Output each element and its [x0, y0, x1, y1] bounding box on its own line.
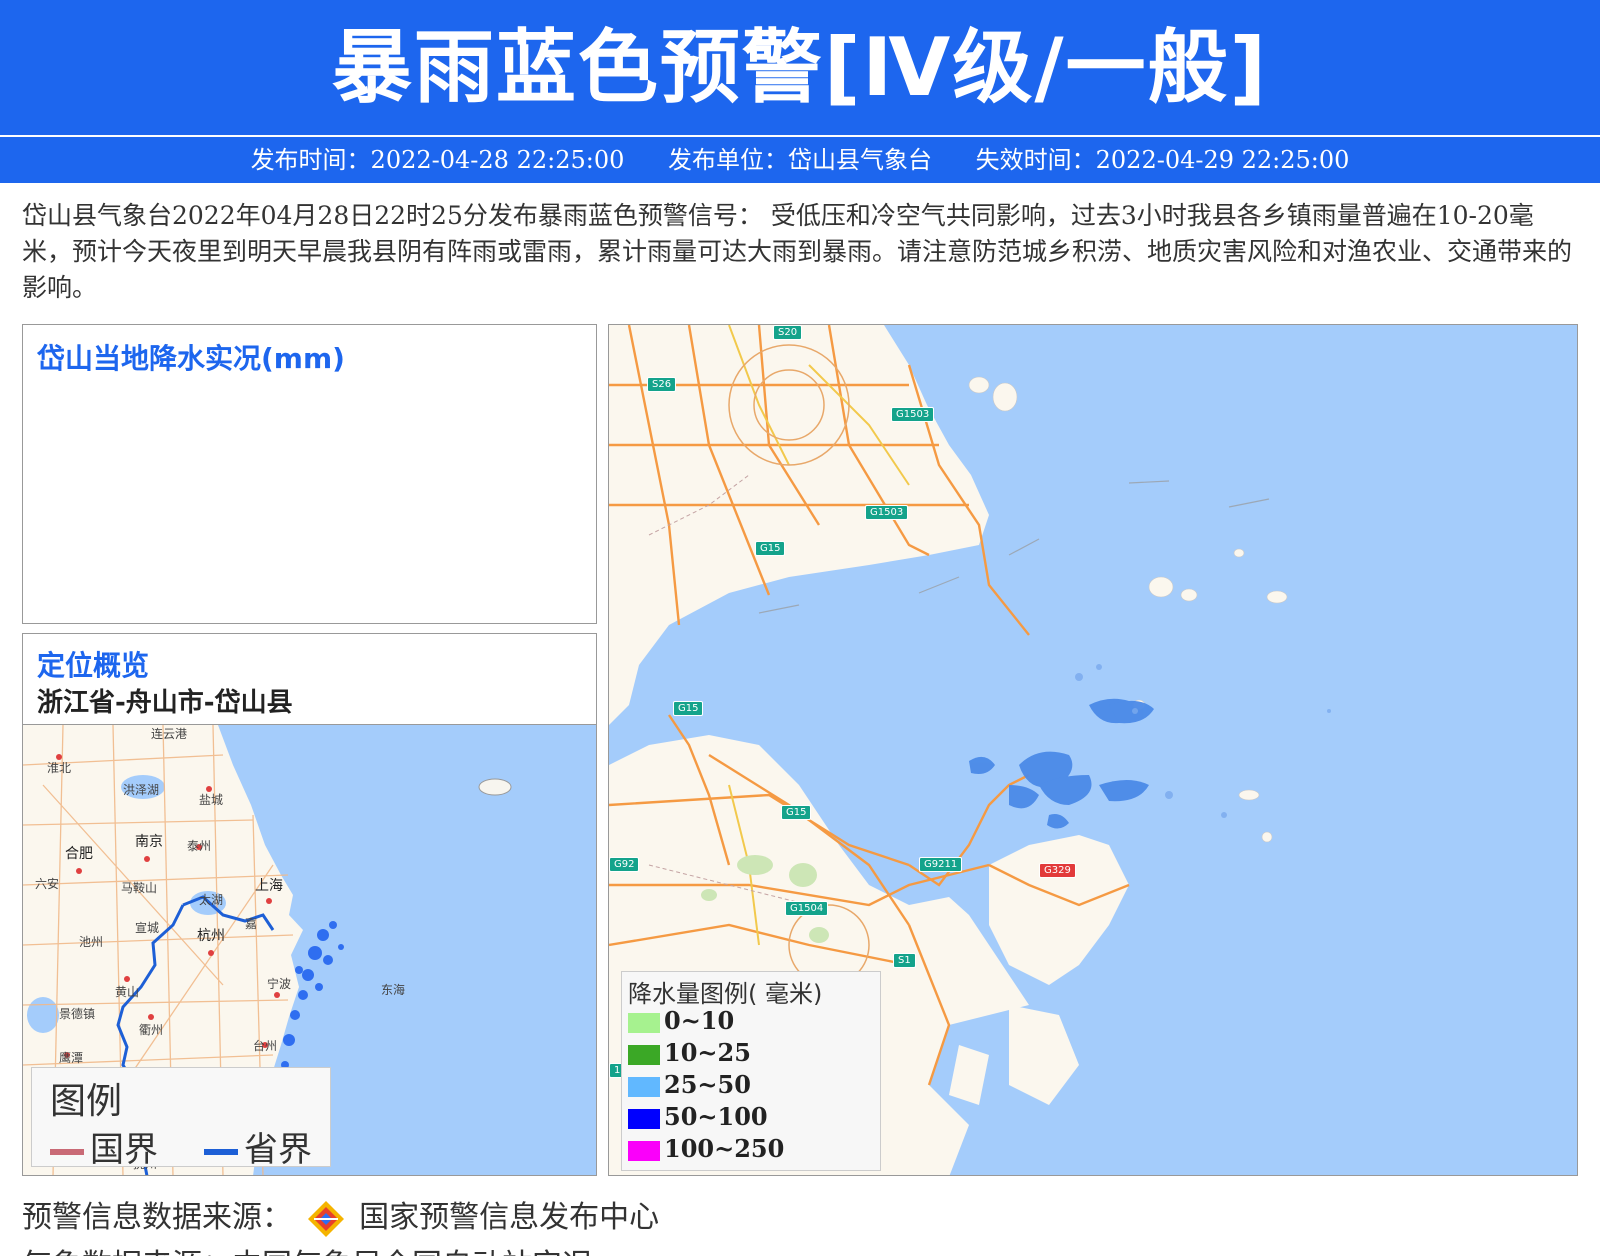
- highway-g1504: G1504: [785, 901, 829, 916]
- map-label-hefei: 合肥: [65, 846, 93, 862]
- national-border-label: 国界: [90, 1130, 158, 1170]
- map-label-yingtan: 鹰潭: [59, 1051, 84, 1065]
- weather-source-line: 气象数据来源：中国气象局全国自动站实况: [22, 1240, 592, 1256]
- rain-legend-label: 100~250: [664, 1134, 785, 1163]
- rain-swatch-10-25: [628, 1044, 660, 1065]
- detail-rain-map[interactable]: S20 S26 G1503 G1503 G15 G15 G15 G92 G921…: [608, 324, 1578, 1176]
- rain-legend-label: 50~100: [664, 1102, 768, 1131]
- highway-g15-a: G15: [755, 541, 786, 556]
- map-label-ningbo: 宁波: [267, 977, 292, 991]
- rain-legend-title: 降水量图例( 毫米): [628, 980, 823, 1008]
- border-legend: 图例 国界 省界: [31, 1067, 331, 1170]
- overview-map[interactable]: 连云港 淮北 洪泽湖 盐城 合肥 南京 泰州 六安 马鞍山 上海 太湖 宣城 杭…: [23, 724, 596, 1175]
- warning-info-bar: 发布时间：2022-04-28 22:25:00 发布单位：岱山县气象台 失效时…: [0, 137, 1600, 183]
- warning-source-name: 国家预警信息发布中心: [359, 1200, 660, 1235]
- rain-legend-item: 10~25: [628, 1038, 751, 1068]
- provincial-border-label: 省界: [244, 1130, 312, 1170]
- location-panel-title: 定位概览: [37, 649, 150, 682]
- expire-time: 失效时间：2022-04-29 22:25:00: [975, 146, 1350, 174]
- map-label-huaibei: 淮北: [47, 761, 72, 775]
- highway-s1: S1: [893, 953, 916, 968]
- map-label-jingdezhen: 景德镇: [59, 1007, 96, 1021]
- highway-s20: S20: [773, 325, 803, 340]
- provincial-border-swatch: [204, 1148, 238, 1155]
- location-overview-panel: 定位概览 浙江省-舟山市-岱山县 连云港 淮北 洪泽湖 盐城 合肥 南京 泰州 …: [22, 633, 597, 1176]
- map-label-taizhou-zj: 台州: [253, 1039, 278, 1053]
- map-label-nanjing: 南京: [135, 834, 163, 850]
- highway-g329: G329: [1039, 863, 1076, 878]
- highway-g9211: G9211: [919, 857, 963, 872]
- border-legend-title: 图例: [50, 1081, 123, 1122]
- publish-time: 发布时间：2022-04-28 22:25:00: [250, 146, 625, 174]
- highway-g15-b: G15: [673, 701, 704, 716]
- rain-legend: 降水量图例( 毫米) 0~10 10~25 25~50 50~100 100~2…: [621, 971, 881, 1171]
- location-path: 浙江省-舟山市-岱山县: [37, 688, 293, 718]
- rain-swatch-100-250: [628, 1140, 660, 1161]
- map-label-donghai: 东海: [381, 983, 406, 997]
- map-label-xuancheng: 宣城: [135, 921, 160, 935]
- highway-g15-c: G15: [781, 805, 812, 820]
- rain-legend-item: 50~100: [628, 1102, 768, 1132]
- warning-description: 岱山县气象台2022年04月28日22时25分发布暴雨蓝色预警信号： 受低压和冷…: [22, 201, 1573, 302]
- warning-center-logo-icon: [307, 1200, 344, 1237]
- map-label-quzhou: 衢州: [139, 1023, 164, 1037]
- highway-g1503-a: G1503: [891, 407, 935, 422]
- map-label-taihu: 太湖: [199, 893, 224, 907]
- rain-observation-panel: 岱山当地降水实况(mm): [22, 324, 597, 624]
- rain-legend-label: 10~25: [664, 1038, 751, 1067]
- highway-g92: G92: [609, 857, 640, 872]
- map-label-maanshan: 马鞍山: [121, 881, 158, 895]
- rain-swatch-50-100: [628, 1108, 660, 1129]
- legend-provincial-border: 省界: [204, 1122, 312, 1171]
- map-label-luan: 六安: [35, 877, 60, 891]
- rain-panel-title: 岱山当地降水实况(mm): [37, 342, 345, 375]
- map-label-hangzhou: 杭州: [197, 928, 225, 944]
- map-label-taizhou-js: 泰州: [187, 839, 212, 853]
- rain-legend-item: 100~250: [628, 1134, 784, 1164]
- warning-header: 暴雨蓝色预警[Ⅳ级/一般]: [0, 0, 1600, 135]
- warning-source-label: 预警信息数据来源：: [22, 1200, 292, 1235]
- map-label-yancheng: 盐城: [199, 793, 224, 807]
- highway-g1503-b: G1503: [865, 505, 909, 520]
- map-label-hongzehu: 洪泽湖: [123, 783, 160, 797]
- publish-unit: 发布单位：岱山县气象台: [668, 146, 932, 174]
- warning-source-line: 预警信息数据来源： 国家预警信息发布中心: [22, 1192, 659, 1239]
- map-label-lianyungang: 连云港: [151, 727, 188, 741]
- map-label-jiaxing: 嘉: [245, 917, 258, 931]
- rain-legend-item: 0~10: [628, 1006, 734, 1036]
- rain-legend-item: 25~50: [628, 1070, 751, 1100]
- rain-legend-label: 0~10: [664, 1006, 735, 1035]
- highway-s26: S26: [647, 377, 677, 392]
- warning-title: 暴雨蓝色预警[Ⅳ级/一般]: [331, 21, 1269, 114]
- legend-national-border: 国界: [50, 1122, 158, 1171]
- rain-legend-label: 25~50: [664, 1070, 751, 1099]
- map-label-huangshan: 黄山: [115, 985, 140, 999]
- rain-swatch-0-10: [628, 1012, 660, 1033]
- map-label-shanghai: 上海: [255, 878, 283, 894]
- national-border-swatch: [50, 1148, 84, 1155]
- map-label-chizhou: 池州: [79, 935, 104, 949]
- rain-swatch-25-50: [628, 1076, 660, 1097]
